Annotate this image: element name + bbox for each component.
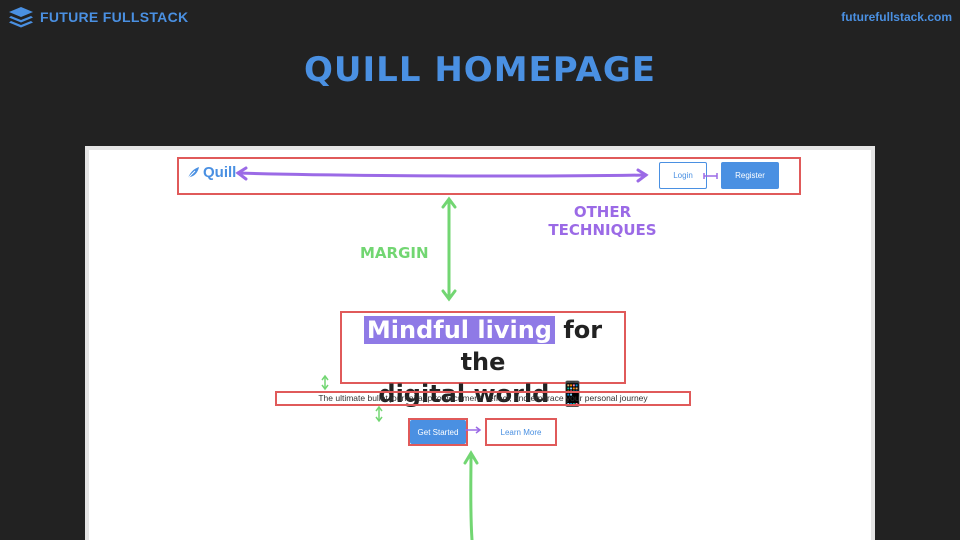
- green-margin-arrow: [441, 196, 457, 302]
- purple-gap-arrow: [703, 173, 718, 179]
- purple-spacing-arrow: [235, 166, 649, 183]
- green-up-arrow: [463, 450, 479, 540]
- green-small-arrow-2: [375, 405, 383, 423]
- annotation-arrows: [235, 166, 718, 540]
- green-small-arrow-1: [321, 374, 329, 391]
- purple-button-arrow: [465, 426, 482, 434]
